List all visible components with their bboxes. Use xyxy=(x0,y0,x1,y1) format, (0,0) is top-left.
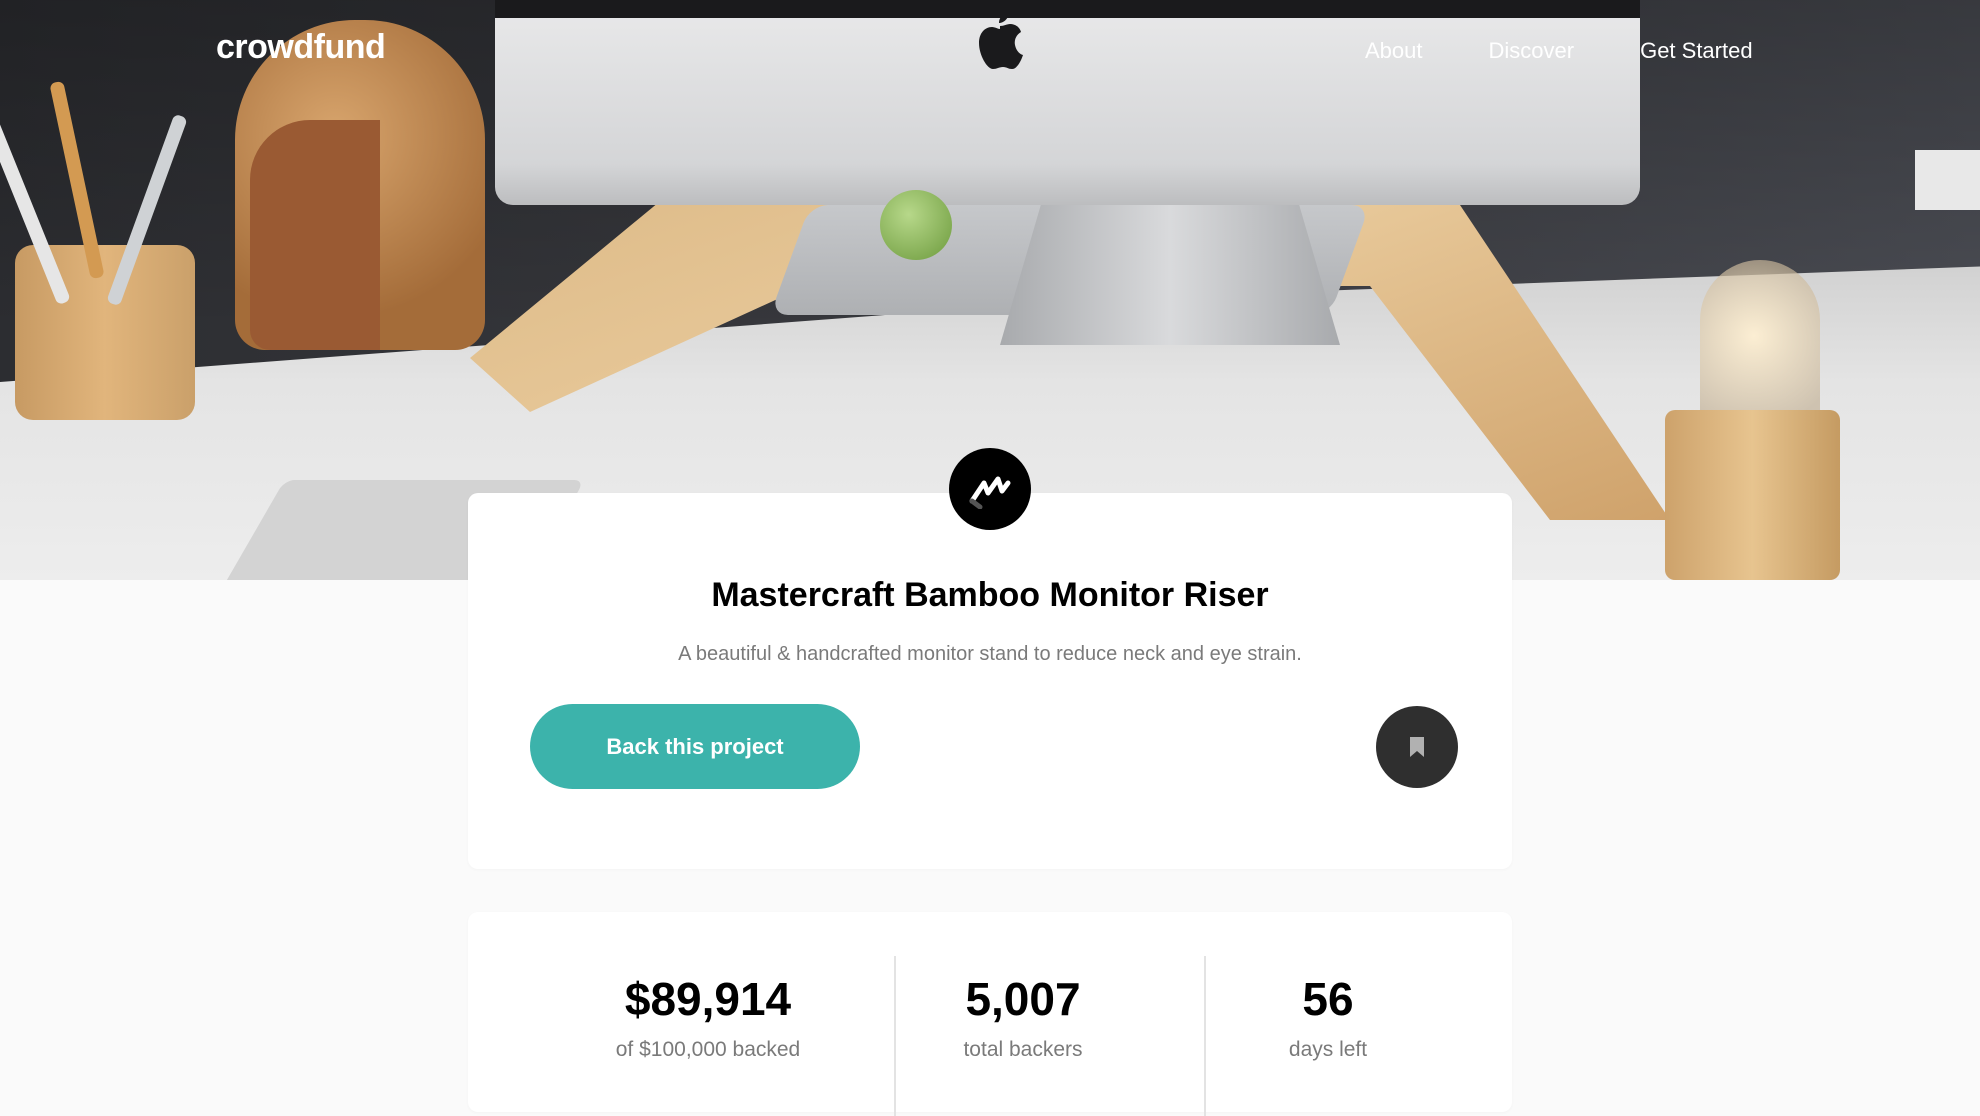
project-card: Mastercraft Bamboo Monitor Riser A beaut… xyxy=(468,493,1512,869)
nav-link-get-started[interactable]: Get Started xyxy=(1640,38,1753,64)
stat-days-left: 56 days left xyxy=(1248,972,1408,1062)
hero-toy-figure xyxy=(880,190,952,260)
stat-backed-value: $89,914 xyxy=(624,973,792,1025)
nav-link-discover[interactable]: Discover xyxy=(1489,38,1575,64)
hero-monitor-neck xyxy=(1000,205,1340,345)
stat-divider xyxy=(1204,956,1206,1116)
stat-days-left-value: 56 xyxy=(1302,973,1354,1025)
mastercraft-logo-icon xyxy=(949,448,1031,530)
stat-divider xyxy=(894,956,896,1116)
bookmark-icon xyxy=(1410,737,1424,757)
hero-side-object xyxy=(1915,150,1980,210)
nav-link-about[interactable]: About xyxy=(1365,38,1423,64)
stat-backers: 5,007 total backers xyxy=(928,972,1118,1062)
crowdfund-logo[interactable]: crowdfund xyxy=(216,28,386,67)
back-project-button[interactable]: Back this project xyxy=(530,704,860,789)
project-description: A beautiful & handcrafted monitor stand … xyxy=(678,643,1302,665)
hero-lamp-base xyxy=(1665,410,1840,580)
stat-backers-value: 5,007 xyxy=(965,973,1081,1025)
bookmark-button[interactable] xyxy=(1376,706,1458,788)
nav-links: About Discover Get Started xyxy=(1365,38,1753,64)
stat-backers-label: total backers xyxy=(963,1038,1083,1061)
project-title: Mastercraft Bamboo Monitor Riser xyxy=(711,576,1269,614)
stats-card: $89,914 of $100,000 backed 5,007 total b… xyxy=(468,912,1512,1116)
hero-pencil-cup xyxy=(15,245,195,420)
stat-days-left-label: days left xyxy=(1288,1038,1368,1061)
hero-speaker-grill xyxy=(250,120,380,350)
stat-backed-label: of $100,000 backed xyxy=(615,1038,801,1061)
stat-backed: $89,914 of $100,000 backed xyxy=(578,972,838,1062)
top-nav: crowdfund About Discover Get Started xyxy=(0,0,1980,100)
